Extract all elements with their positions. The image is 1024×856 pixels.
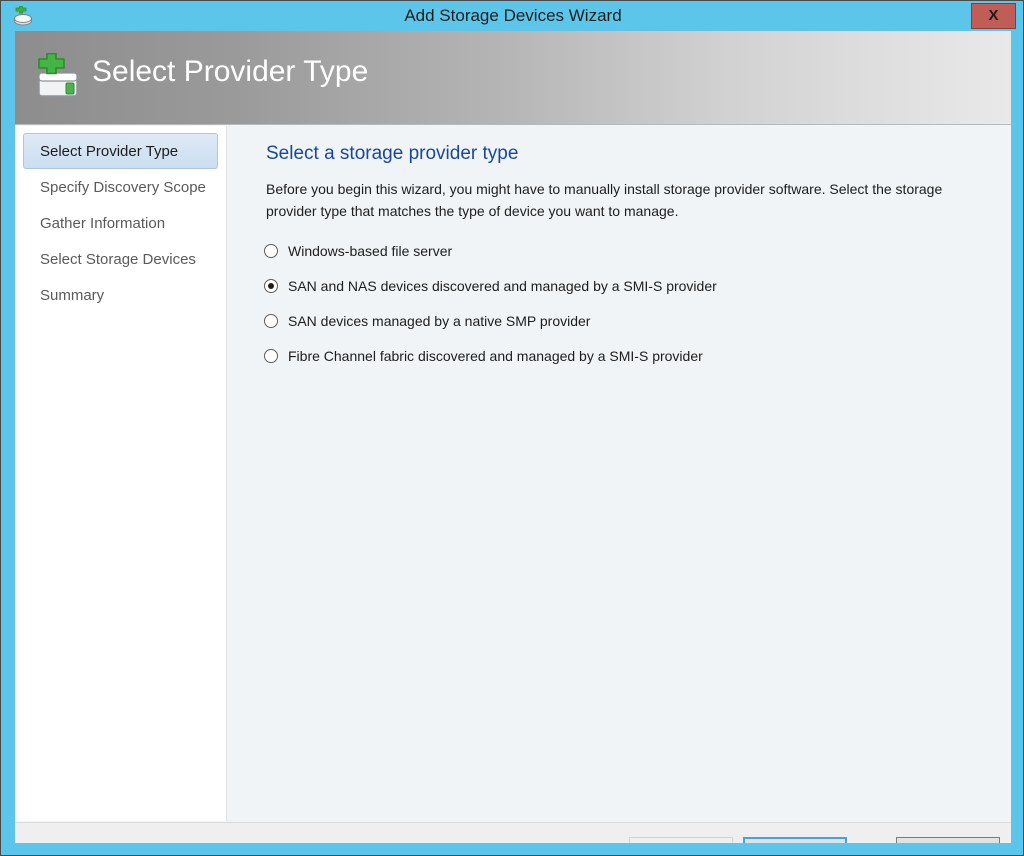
radio-option-san-native-smp[interactable]: SAN devices managed by a native SMP prov… [264, 303, 984, 338]
sidebar-item-gather-information[interactable]: Gather Information [23, 205, 218, 241]
sidebar-item-label: Select Storage Devices [40, 251, 196, 268]
previous-button[interactable]: Previous [629, 837, 733, 843]
storage-add-large-icon [30, 53, 86, 105]
wizard-header: Select Provider Type [15, 31, 1011, 125]
close-button[interactable]: X [971, 3, 1016, 29]
wizard-steps-sidebar: Select Provider Type Specify Discovery S… [15, 126, 227, 821]
radio-icon [264, 349, 278, 363]
provider-type-radio-group: Windows-based file server SAN and NAS de… [264, 233, 984, 373]
radio-icon [264, 314, 278, 328]
wizard-footer: Previous Next Cancel [15, 822, 1011, 843]
window-title: Add Storage Devices Wizard [1, 1, 1024, 31]
radio-icon-selected [264, 279, 278, 293]
radio-option-san-and-nas-smis[interactable]: SAN and NAS devices discovered and manag… [264, 268, 984, 303]
client-area: Select Provider Type Select Provider Typ… [15, 31, 1011, 843]
wizard-window: Add Storage Devices Wizard X Select Prov… [0, 0, 1024, 856]
content-description: Before you begin this wizard, you might … [266, 178, 976, 222]
page-title: Select Provider Type [92, 55, 368, 89]
cancel-button[interactable]: Cancel [896, 837, 1000, 843]
radio-option-windows-based-file-server[interactable]: Windows-based file server [264, 233, 984, 268]
radio-option-label: Windows-based file server [288, 243, 452, 259]
sidebar-item-specify-discovery-scope[interactable]: Specify Discovery Scope [23, 169, 218, 205]
sidebar-item-summary[interactable]: Summary [23, 277, 218, 313]
radio-option-label: SAN and NAS devices discovered and manag… [288, 278, 717, 294]
main-content-panel: Select a storage provider type Before yo… [228, 126, 1011, 821]
sidebar-item-label: Gather Information [40, 215, 165, 232]
radio-option-label: SAN devices managed by a native SMP prov… [288, 313, 590, 329]
radio-option-label: Fibre Channel fabric discovered and mana… [288, 348, 703, 364]
sidebar-item-label: Specify Discovery Scope [40, 179, 206, 196]
radio-icon [264, 244, 278, 258]
next-button[interactable]: Next [743, 837, 847, 843]
content-heading: Select a storage provider type [266, 143, 518, 165]
title-bar: Add Storage Devices Wizard X [1, 1, 1024, 31]
sidebar-item-label: Summary [40, 287, 104, 304]
sidebar-item-select-provider-type[interactable]: Select Provider Type [23, 133, 218, 169]
sidebar-item-select-storage-devices[interactable]: Select Storage Devices [23, 241, 218, 277]
sidebar-item-label: Select Provider Type [40, 143, 178, 160]
radio-option-fibre-channel-smis[interactable]: Fibre Channel fabric discovered and mana… [264, 338, 984, 373]
